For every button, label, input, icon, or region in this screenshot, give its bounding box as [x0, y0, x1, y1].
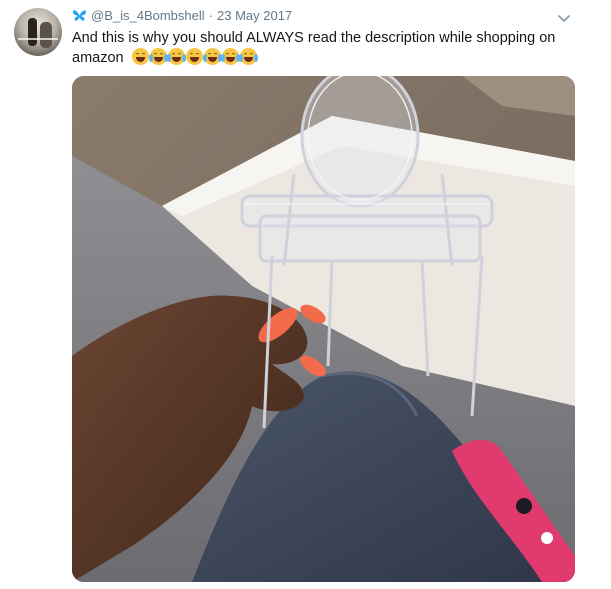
tears-of-joy-face-icon	[202, 48, 222, 65]
weary-face-icon	[131, 48, 149, 65]
avatar[interactable]	[14, 8, 62, 56]
meta-separator: ·	[208, 8, 213, 23]
photo-miniature-chair	[72, 76, 575, 582]
tears-of-joy-face-icon	[166, 48, 186, 65]
chevron-down-icon[interactable]	[556, 10, 572, 26]
weary-face-icon	[185, 48, 203, 65]
tears-of-joy-face-icon	[148, 48, 168, 65]
tweet-photo[interactable]	[72, 76, 575, 582]
tears-of-joy-face-icon	[220, 48, 240, 65]
tweet-text: And this is why you should ALWAYS read t…	[72, 28, 587, 68]
tweet-header: @B_is_4Bombshell · 23 May 2017	[72, 8, 292, 23]
butterfly-icon	[73, 10, 86, 21]
tweet-date[interactable]: 23 May 2017	[217, 8, 292, 23]
tweet-card[interactable]: @B_is_4Bombshell · 23 May 2017 And this …	[0, 0, 611, 589]
author-handle[interactable]: @B_is_4Bombshell	[91, 8, 205, 23]
tears-of-joy-face-icon	[238, 48, 258, 65]
emoji-row	[131, 48, 258, 65]
